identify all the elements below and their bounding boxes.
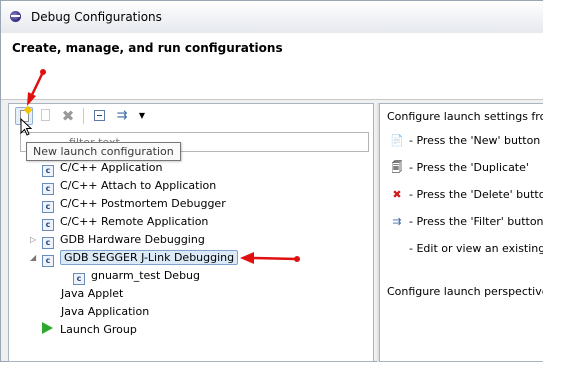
c-config-icon: c bbox=[42, 237, 54, 249]
tree-item-gnuarm-test[interactable]: c gnuarm_test Debug bbox=[73, 267, 200, 285]
info-line-text: - Press the 'New' button bbox=[409, 134, 541, 147]
tree-item-label: C/C++ Attach to Application bbox=[60, 179, 217, 192]
info-line-text: - Press the 'Filter' button bbox=[409, 215, 544, 228]
tree-item-label: GDB Hardware Debugging bbox=[60, 233, 205, 246]
new-config-tooltip: New launch configuration bbox=[26, 142, 181, 161]
c-config-icon: c bbox=[42, 165, 54, 177]
launch-icon bbox=[42, 322, 53, 334]
duplicate-icon: 🗐 bbox=[391, 161, 403, 174]
title-bar: Debug Configurations bbox=[1, 1, 549, 34]
info-line-delete: ✖ - Press the 'Delete' butto bbox=[389, 186, 545, 204]
duplicate-icon bbox=[41, 109, 50, 121]
info-pane: Configure launch settings fron 📄 - Press … bbox=[379, 103, 558, 362]
c-config-icon: c bbox=[42, 201, 54, 213]
tree-item-java-application[interactable]: Java Application bbox=[61, 303, 149, 321]
toolbar: ✖ ⇉ ▼ bbox=[9, 104, 373, 128]
c-config-icon: c bbox=[42, 183, 54, 195]
c-config-icon: c bbox=[42, 255, 54, 267]
collapse-all-icon bbox=[94, 110, 105, 121]
info-heading: Configure launch settings fron bbox=[387, 110, 554, 123]
tree-item-cpp-application[interactable]: c C/C++ Application bbox=[42, 159, 162, 177]
tree-item-launch-group[interactable]: Launch Group bbox=[42, 321, 137, 339]
c-config-icon: c bbox=[73, 273, 85, 285]
tree-item-java-applet[interactable]: Java Applet bbox=[61, 285, 123, 303]
filter-icon: ⇉ bbox=[392, 215, 402, 228]
delete-icon: ✖ bbox=[392, 188, 402, 201]
tree-item-gdb-segger[interactable]: ◢ c GDB SEGGER J-Link Debugging bbox=[30, 249, 239, 267]
eclipse-icon bbox=[10, 11, 21, 22]
info-line-edit: - Edit or view an existing bbox=[389, 240, 545, 258]
tree-item-label: GDB SEGGER J-Link Debugging bbox=[60, 250, 239, 265]
dropdown-icon: ▼ bbox=[138, 111, 146, 120]
expand-icon[interactable]: ▷ bbox=[30, 231, 36, 249]
info-footer: Configure launch perspective s bbox=[387, 285, 558, 298]
collapse-icon[interactable]: ◢ bbox=[30, 249, 36, 267]
info-line-text: - Press the 'Delete' butto bbox=[409, 188, 546, 201]
tree-item-cpp-attach[interactable]: c C/C++ Attach to Application bbox=[42, 177, 216, 195]
delete-button[interactable]: ✖ bbox=[59, 107, 77, 125]
filter-icon: ⇉ bbox=[116, 108, 128, 123]
tree-item-label: Java Application bbox=[61, 305, 150, 318]
collapse-all-button[interactable] bbox=[91, 107, 109, 125]
tree-item-label: C/C++ Remote Application bbox=[60, 215, 209, 228]
info-line-filter: ⇉ - Press the 'Filter' button bbox=[389, 213, 544, 231]
dialog-header: Create, manage, and run configurations bbox=[1, 33, 549, 100]
info-line-text: - Press the 'Duplicate' bbox=[409, 161, 529, 174]
tree-item-label: Launch Group bbox=[60, 323, 137, 336]
header-title: Create, manage, and run configurations bbox=[12, 41, 283, 55]
torn-edge-right bbox=[543, 0, 571, 378]
new-config-icon: 📄 bbox=[390, 134, 404, 147]
c-config-icon: c bbox=[42, 219, 54, 231]
mouse-cursor-icon bbox=[20, 118, 32, 136]
info-line-new: 📄 - Press the 'New' button bbox=[389, 132, 540, 150]
tree-item-label: C/C++ Postmortem Debugger bbox=[60, 197, 226, 210]
duplicate-button[interactable] bbox=[37, 107, 55, 125]
tree-item-cpp-remote[interactable]: c C/C++ Remote Application bbox=[42, 213, 208, 231]
tree-item-cpp-postmortem[interactable]: c C/C++ Postmortem Debugger bbox=[42, 195, 226, 213]
info-line-duplicate: 🗐 - Press the 'Duplicate' bbox=[389, 159, 529, 177]
tree-item-gdb-hardware[interactable]: ▷ c GDB Hardware Debugging bbox=[30, 231, 205, 249]
filter-button[interactable]: ⇉ bbox=[113, 107, 131, 125]
window-title: Debug Configurations bbox=[31, 10, 162, 24]
delete-icon: ✖ bbox=[61, 107, 75, 125]
torn-edge-bottom bbox=[0, 362, 571, 378]
tree-item-label: C/C++ Application bbox=[60, 161, 163, 174]
toolbar-separator bbox=[83, 108, 84, 124]
view-menu-button[interactable]: ▼ bbox=[137, 107, 147, 125]
info-line-text: - Edit or view an existing bbox=[409, 242, 546, 255]
tree-item-label: gnuarm_test Debug bbox=[91, 269, 201, 282]
tree-item-label: Java Applet bbox=[61, 287, 124, 300]
